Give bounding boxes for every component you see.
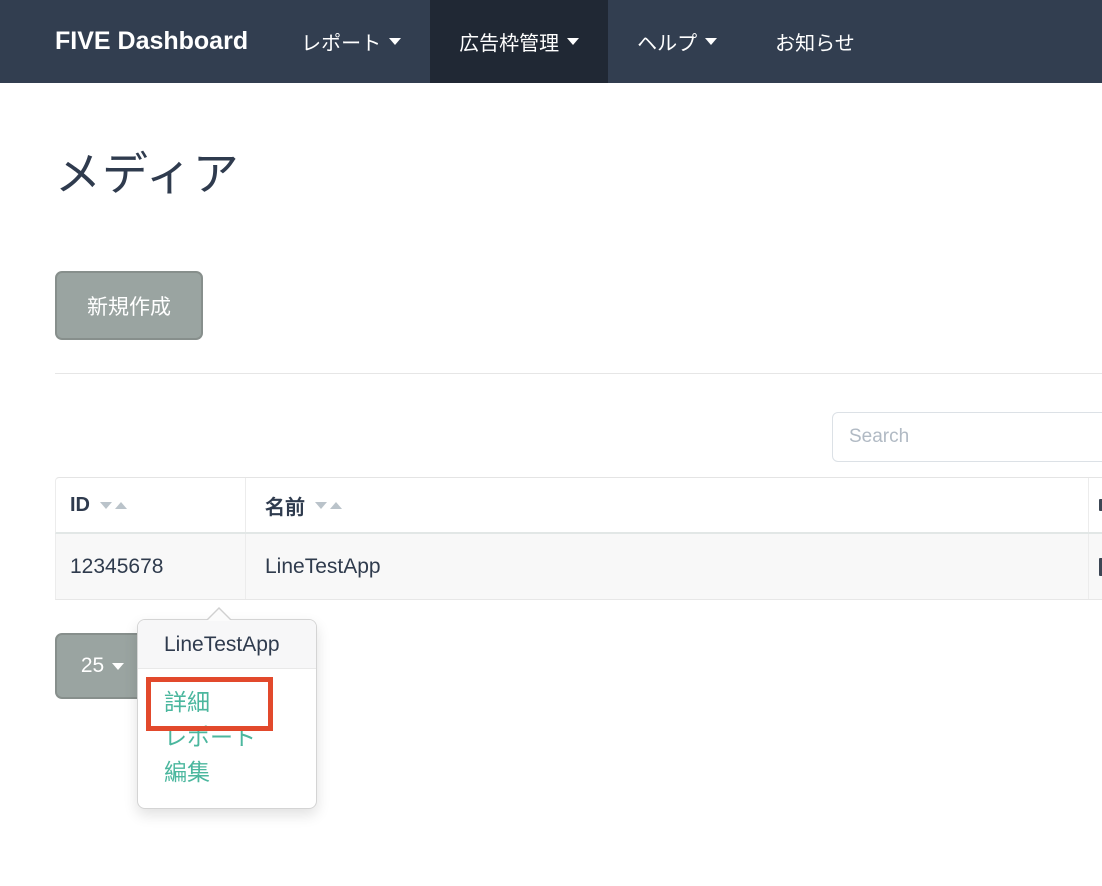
media-table: ID 名前 12345678 LineTestApp [55,477,1102,600]
create-new-button[interactable]: 新規作成 [55,271,203,340]
caret-down-icon [112,663,124,670]
nav-item-label: レポート [301,27,381,56]
top-navbar: FIVE Dashboard レポート 広告枠管理 ヘルプ お知らせ [0,0,1102,83]
page-size-value: 25 [81,654,104,678]
page-title: メディア [55,138,240,204]
caret-down-icon [389,38,401,45]
column-header-label: ID [70,494,90,517]
sort-asc-icon [115,502,127,509]
page-size-dropdown[interactable]: 25 [55,633,150,699]
cell-clipped [1089,534,1102,599]
sort-icons [315,502,342,509]
column-header-label: 名前 [265,491,305,520]
main-nav: レポート 広告枠管理 ヘルプ お知らせ [272,0,884,83]
popover-body: 詳細 レポート 編集 [138,669,316,790]
column-header-clipped [1089,478,1102,532]
popover-arrow [206,607,232,620]
brand-logo[interactable]: FIVE Dashboard [55,0,248,83]
popover-link-details[interactable]: 詳細 [164,685,316,720]
nav-item-label: ヘルプ [637,27,697,56]
column-header-id[interactable]: ID [56,478,246,532]
app-window: FIVE Dashboard レポート 広告枠管理 ヘルプ お知らせ メディア … [0,0,1102,886]
sort-desc-icon [100,502,112,509]
row-actions-popover: LineTestApp 詳細 レポート 編集 [137,619,317,809]
popover-link-edit[interactable]: 編集 [164,755,316,790]
caret-down-icon [705,38,717,45]
popover-title: LineTestApp [138,620,316,669]
nav-item-help[interactable]: ヘルプ [608,0,746,83]
nav-item-news[interactable]: お知らせ [746,0,884,83]
nav-item-label: お知らせ [775,27,855,56]
search-input[interactable] [832,412,1102,462]
column-header-name[interactable]: 名前 [246,478,1089,532]
nav-item-report[interactable]: レポート [272,0,430,83]
nav-item-ad-slot-management[interactable]: 広告枠管理 [430,0,608,83]
divider [55,373,1102,374]
caret-down-icon [567,38,579,45]
table-header-row: ID 名前 [55,477,1102,534]
cell-id: 12345678 [56,534,246,599]
popover-link-report[interactable]: レポート [164,720,316,755]
nav-item-label: 広告枠管理 [459,27,559,56]
sort-desc-icon [315,502,327,509]
sort-asc-icon [330,502,342,509]
sort-icons [100,502,127,509]
table-row[interactable]: 12345678 LineTestApp [55,534,1102,600]
cell-name: LineTestApp [246,534,1089,599]
